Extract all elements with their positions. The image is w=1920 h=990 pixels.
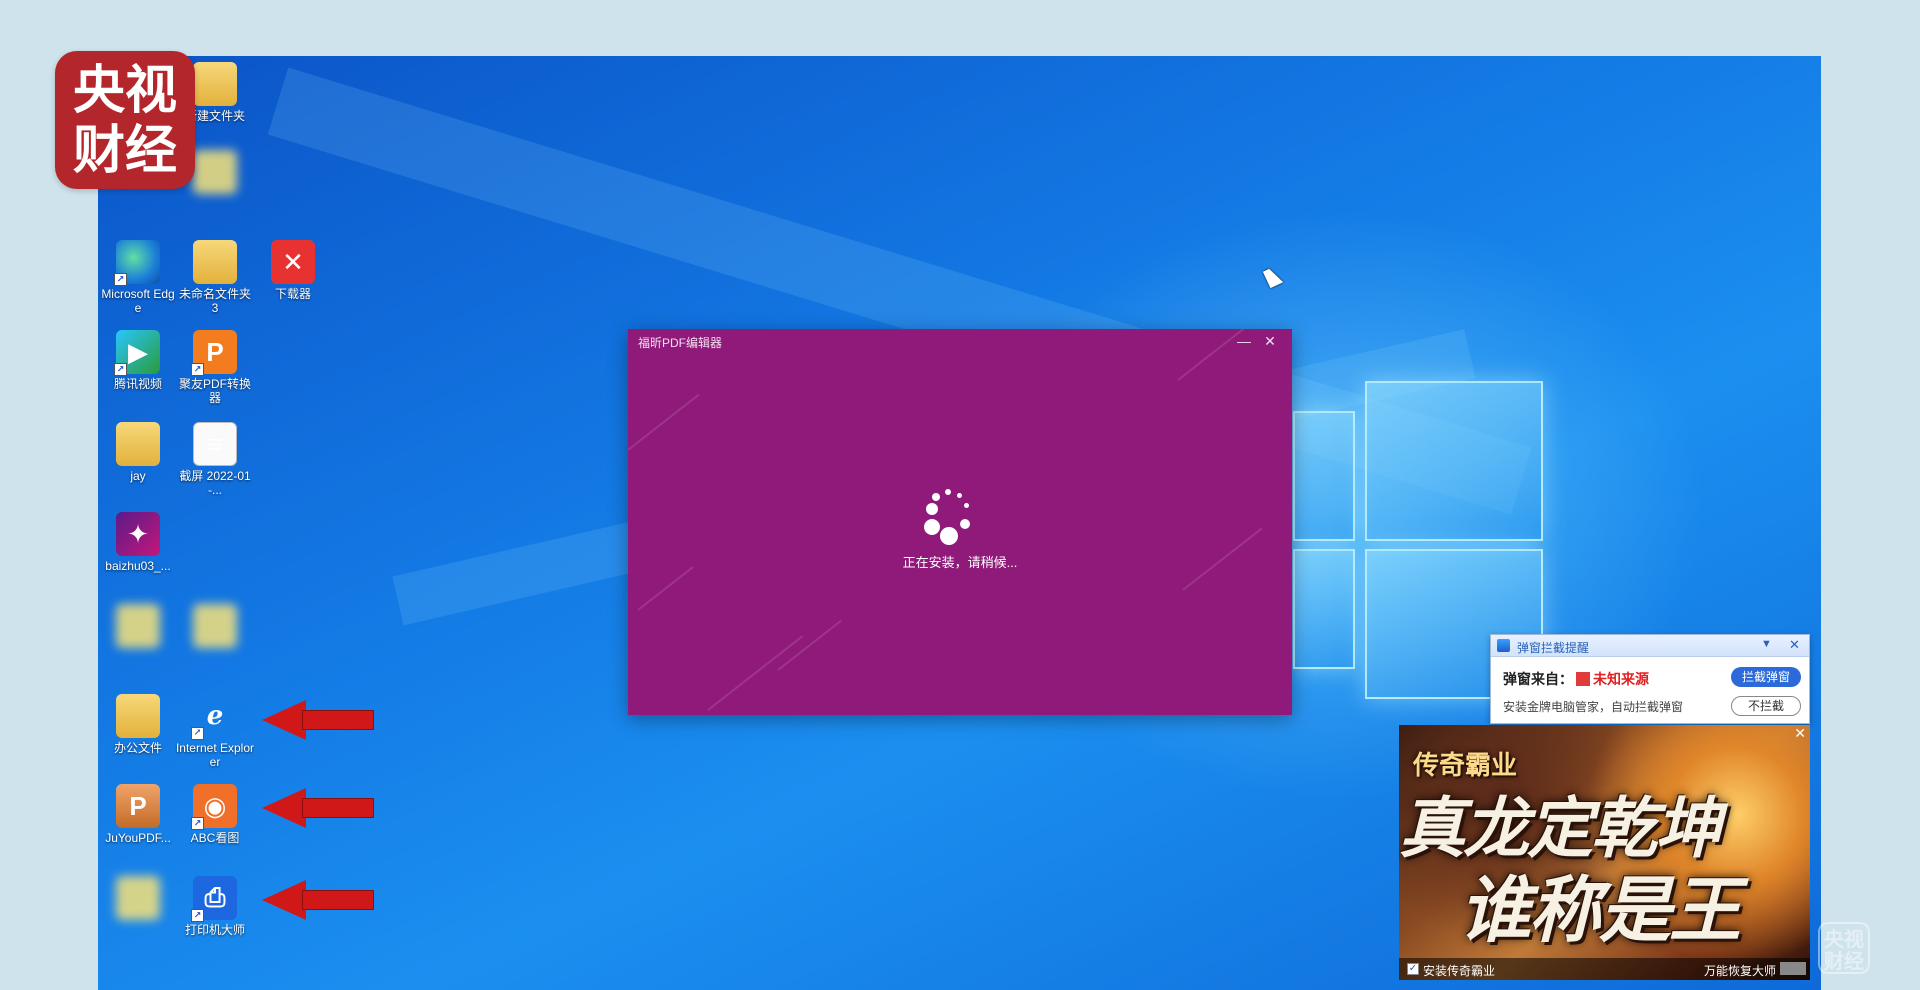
cctv-finance-logo: 央视 财经 [55,51,195,189]
blurred-icon [116,876,160,920]
pdf-icon: P [116,784,160,828]
folder-icon [116,694,160,738]
eye-icon: ◉ ↗ [191,784,237,830]
desktop-icon-print-master[interactable]: ⎙ ↗ 打印机大师 [175,876,255,937]
popup-source: 弹窗来自： 未知来源 [1503,671,1649,687]
desktop-icon-tencent-video[interactable]: ▶ ↗ 腾讯视频 [98,330,178,391]
blurred-icon [193,604,237,648]
desktop-icon-blurred[interactable] [98,604,178,651]
desktop-icon-label: baizhu03_... [105,559,171,573]
desktop-icon-downloader[interactable]: ✕ 下载器 [253,240,333,301]
desktop-icon-label: 聚友PDF转换器 [178,377,251,405]
game-ad-footer: ✓ 安装传奇霸业 万能恢复大师 [1399,958,1810,980]
desktop-icon-abc-viewer[interactable]: ◉ ↗ ABC看图 [175,784,255,845]
cctv-finance-watermark: 央视 财经 [1818,922,1870,974]
shortcut-arrow-icon: ↗ [114,363,127,376]
popup-blocker-note: 安装金牌电脑管家，自动拦截弹窗 [1503,700,1684,714]
close-icon[interactable]: ✕ [1789,637,1800,653]
blurred-icon [193,150,237,194]
popup-blocker-notification: 弹窗拦截提醒 ▼ ✕ 弹窗来自： 未知来源 安装金牌电脑管家，自动拦截弹窗 拦截弹… [1490,634,1810,724]
desktop-icon-blurred[interactable] [98,876,178,923]
desktop-icon-juyoupdf[interactable]: P JuYouPDF... [98,784,178,845]
installer-window: 福昕PDF编辑器 — ✕ 正在安装，请稍候... [628,329,1292,715]
downloader-icon: ✕ [271,240,315,284]
shortcut-arrow-icon: ↗ [191,817,204,830]
warning-icon [1576,672,1590,686]
desktop-icon-jay[interactable]: jay [98,422,178,483]
desktop-icon-label: Microsoft Edge [101,287,175,315]
desktop-icon-juyou-pdf-converter[interactable]: P ↗ 聚友PDF转换器 [175,330,255,405]
folder-icon [193,62,237,106]
close-button[interactable]: ✕ [1258,331,1282,351]
desktop-icon-internet-explorer[interactable]: e ↗ Internet Explorer [175,694,255,769]
desktop-icon-label: 未命名文件夹 3 [178,287,251,315]
blurred-icon [116,604,160,648]
minimize-button[interactable]: — [1232,331,1256,351]
folder-icon [116,422,160,466]
desktop-icon-label: JuYouPDF... [105,831,171,845]
internet-explorer-icon: e ↗ [191,694,237,740]
desktop-icon-label: 下载器 [274,287,311,301]
tencent-video-icon: ▶ ↗ [114,330,160,376]
close-icon[interactable]: ✕ [1794,725,1806,742]
shortcut-arrow-icon: ↗ [191,727,204,740]
shield-icon [1497,639,1510,652]
installer-titlebar[interactable]: 福昕PDF编辑器 — ✕ [628,329,1292,353]
installer-title: 福昕PDF编辑器 [638,336,723,350]
printer-icon: ⎙ ↗ [191,876,237,922]
game-ad-brand: 万能恢复大师 [1703,964,1776,978]
shortcut-arrow-icon: ↗ [191,363,204,376]
red-arrow-icon [262,880,374,920]
desktop-icon-label: 腾讯视频 [113,377,162,391]
edge-icon: ↗ [114,240,160,286]
game-ad-brand-button[interactable] [1780,962,1806,975]
desktop-icon-blurred[interactable] [175,604,255,651]
install-checkbox[interactable]: ✓ [1407,963,1419,975]
desktop-icon-label: 办公文件 [113,741,162,755]
desktop-icon-screenshot[interactable]: ≡ 截屏 2022-01-... [175,422,255,497]
shortcut-arrow-icon: ↗ [114,273,127,286]
image-file-icon: ≡ [193,422,237,466]
desktop-icon-unnamed-folder-3[interactable]: 未命名文件夹 3 [175,240,255,315]
folder-icon [193,240,237,284]
game-ad-popup[interactable]: 传奇霸业 真龙定乾坤 谁称是王 ✕ ✓ 安装传奇霸业 万能恢复大师 [1399,725,1810,980]
install-checkbox-label: 安装传奇霸业 [1423,964,1496,978]
desktop-icon-baizhu[interactable]: ✦ baizhu03_... [98,512,178,573]
install-status-text: 正在安装，请稍候... [902,555,1018,570]
app-icon: ✦ [116,512,160,556]
popup-blocker-title: 弹窗拦截提醒 [1517,641,1590,655]
desktop-icon-label: ABC看图 [190,831,240,845]
red-arrow-icon [262,788,374,828]
popup-blocker-header: 弹窗拦截提醒 ▼ ✕ [1491,635,1809,657]
red-arrow-icon [262,700,374,740]
loading-spinner-icon [920,489,990,559]
desktop-icon-label: 截屏 2022-01-... [179,469,251,497]
block-popup-button[interactable]: 拦截弹窗 [1731,667,1801,687]
game-ad-slogan: 谁称是王 [1459,867,1741,952]
desktop-icon-edge[interactable]: ↗ Microsoft Edge [98,240,178,315]
chevron-down-icon[interactable]: ▼ [1761,638,1772,650]
pdf-converter-icon: P ↗ [191,330,237,376]
desktop-icon-office-files[interactable]: 办公文件 [98,694,178,755]
shortcut-arrow-icon: ↗ [191,909,204,922]
desktop-icon-label: 打印机大师 [184,923,245,937]
desktop-icon-label: jay [130,469,146,483]
desktop-icon-label: Internet Explorer [175,741,255,769]
allow-popup-button[interactable]: 不拦截 [1731,696,1801,716]
